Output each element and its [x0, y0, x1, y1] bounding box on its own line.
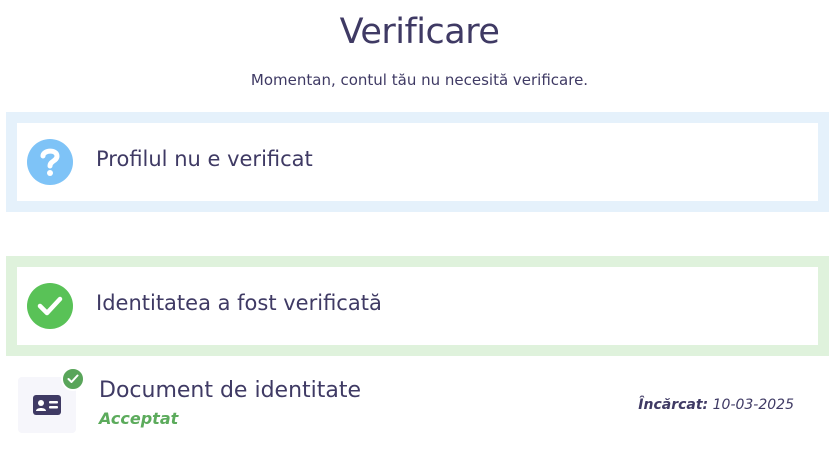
document-upload-date: Încărcat: 10-03-2025 — [638, 397, 794, 413]
document-title: Document de identitate — [99, 378, 362, 403]
document-status: Acceptat — [99, 409, 179, 428]
profile-unverified-card: Profilul nu e verificat — [6, 112, 829, 212]
check-badge-icon — [61, 367, 85, 391]
identity-document-row[interactable]: Document de identitate Acceptat Încărcat… — [18, 367, 818, 437]
profile-status-label: Profilul nu e verificat — [96, 147, 313, 171]
upload-date: 10-03-2025 — [712, 397, 794, 413]
check-circle-icon — [27, 283, 73, 329]
upload-label: Încărcat: — [638, 397, 709, 413]
page-title: Verificare — [339, 12, 500, 52]
identity-verified-card: Identitatea a fost verificată — [6, 256, 829, 356]
question-circle-icon — [27, 139, 73, 185]
identity-status-label: Identitatea a fost verificată — [96, 291, 382, 315]
page-subtitle: Momentan, contul tău nu necesită verific… — [250, 71, 589, 89]
